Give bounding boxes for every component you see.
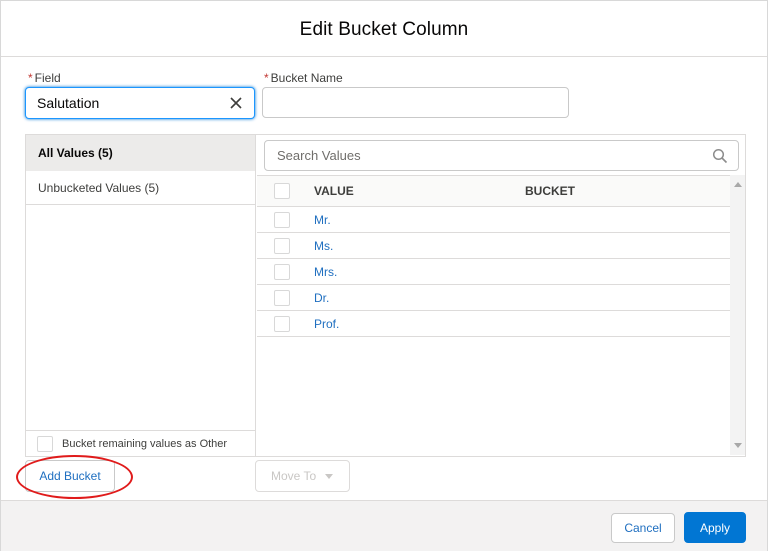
row-checkbox[interactable] bbox=[274, 211, 290, 228]
bucket-remaining-option: Bucket remaining values as Other bbox=[26, 430, 255, 456]
table-row: Ms. bbox=[257, 233, 730, 259]
bucket-name-label: * Bucket Name bbox=[264, 71, 343, 85]
required-marker: * bbox=[28, 71, 33, 85]
filter-unbucketed-values[interactable]: Unbucketed Values (5) bbox=[26, 171, 255, 205]
table-row: Prof. bbox=[257, 311, 730, 337]
modal-header: Edit Bucket Column bbox=[1, 1, 767, 57]
table-row: Mr. bbox=[257, 207, 730, 233]
search-placeholder: Search Values bbox=[277, 148, 361, 163]
select-all-checkbox[interactable] bbox=[274, 183, 290, 199]
row-checkbox[interactable] bbox=[274, 263, 290, 280]
search-icon bbox=[712, 148, 728, 164]
move-to-button: Move To bbox=[255, 460, 350, 492]
scroll-down-arrow-icon[interactable] bbox=[734, 443, 742, 448]
table-scrollbar[interactable] bbox=[730, 175, 745, 455]
filter-all-values[interactable]: All Values (5) bbox=[26, 135, 255, 171]
close-icon[interactable] bbox=[227, 94, 245, 112]
row-checkbox[interactable] bbox=[274, 237, 290, 254]
bucket-values-panel: All Values (5) Unbucketed Values (5) Buc… bbox=[25, 134, 746, 457]
value-link[interactable]: Dr. bbox=[314, 291, 329, 305]
apply-button[interactable]: Apply bbox=[684, 512, 746, 543]
bucket-name-input[interactable] bbox=[262, 87, 569, 118]
required-marker: * bbox=[264, 71, 269, 85]
values-table: VALUE BUCKET Mr. Ms. Mrs. Dr. Prof. bbox=[257, 175, 730, 337]
add-bucket-button[interactable]: Add Bucket bbox=[25, 460, 115, 492]
row-checkbox[interactable] bbox=[274, 289, 290, 306]
value-link[interactable]: Mr. bbox=[314, 213, 331, 227]
cancel-button[interactable]: Cancel bbox=[611, 513, 675, 543]
value-filter-list: All Values (5) Unbucketed Values (5) Buc… bbox=[26, 135, 256, 456]
modal-title: Edit Bucket Column bbox=[299, 18, 469, 40]
column-header-value: VALUE bbox=[314, 184, 354, 198]
search-values-input[interactable]: Search Values bbox=[264, 140, 739, 171]
scroll-up-arrow-icon[interactable] bbox=[734, 182, 742, 187]
table-header: VALUE BUCKET bbox=[257, 175, 730, 207]
row-checkbox[interactable] bbox=[274, 315, 290, 332]
edit-bucket-modal: Edit Bucket Column * Field Salutation * Bu… bbox=[0, 0, 768, 551]
bucket-remaining-label: Bucket remaining values as Other bbox=[62, 437, 228, 450]
move-to-label: Move To bbox=[271, 469, 317, 483]
chevron-down-icon bbox=[325, 473, 334, 479]
bucket-remaining-checkbox[interactable] bbox=[37, 435, 53, 452]
table-row: Dr. bbox=[257, 285, 730, 311]
field-selector[interactable]: Salutation bbox=[25, 87, 255, 119]
value-link[interactable]: Mrs. bbox=[314, 265, 337, 279]
value-link[interactable]: Prof. bbox=[314, 317, 339, 331]
field-value: Salutation bbox=[37, 95, 100, 111]
table-row: Mrs. bbox=[257, 259, 730, 285]
value-link[interactable]: Ms. bbox=[314, 239, 333, 253]
field-label: * Field bbox=[28, 71, 61, 85]
column-header-bucket: BUCKET bbox=[525, 184, 575, 198]
